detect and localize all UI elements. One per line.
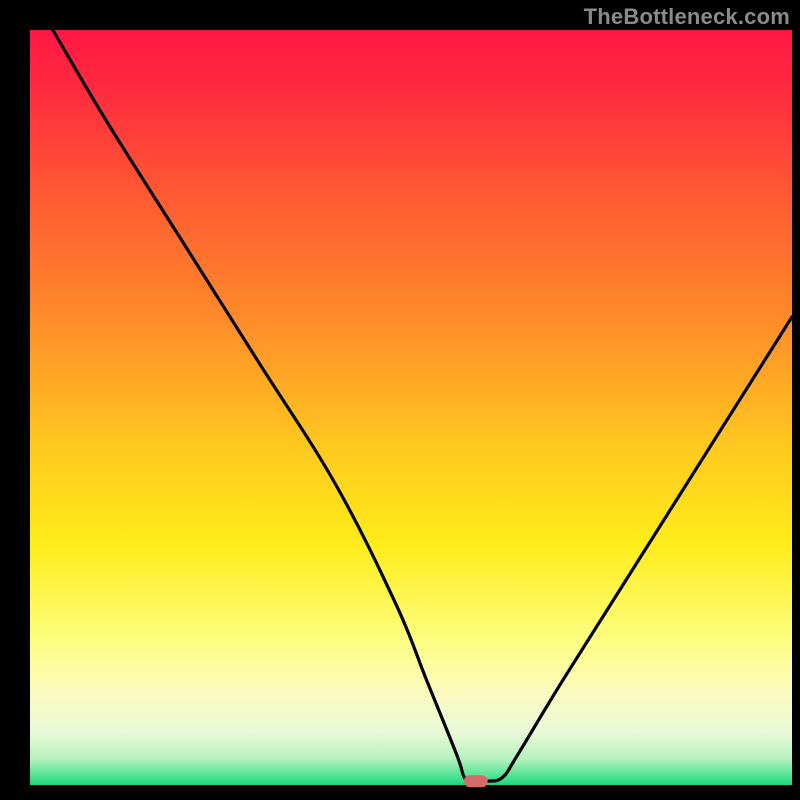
bottleneck-chart — [0, 0, 800, 800]
watermark-text: TheBottleneck.com — [584, 4, 790, 30]
chart-container: TheBottleneck.com — [0, 0, 800, 800]
plot-background — [30, 30, 792, 785]
optimum-marker — [464, 775, 488, 787]
